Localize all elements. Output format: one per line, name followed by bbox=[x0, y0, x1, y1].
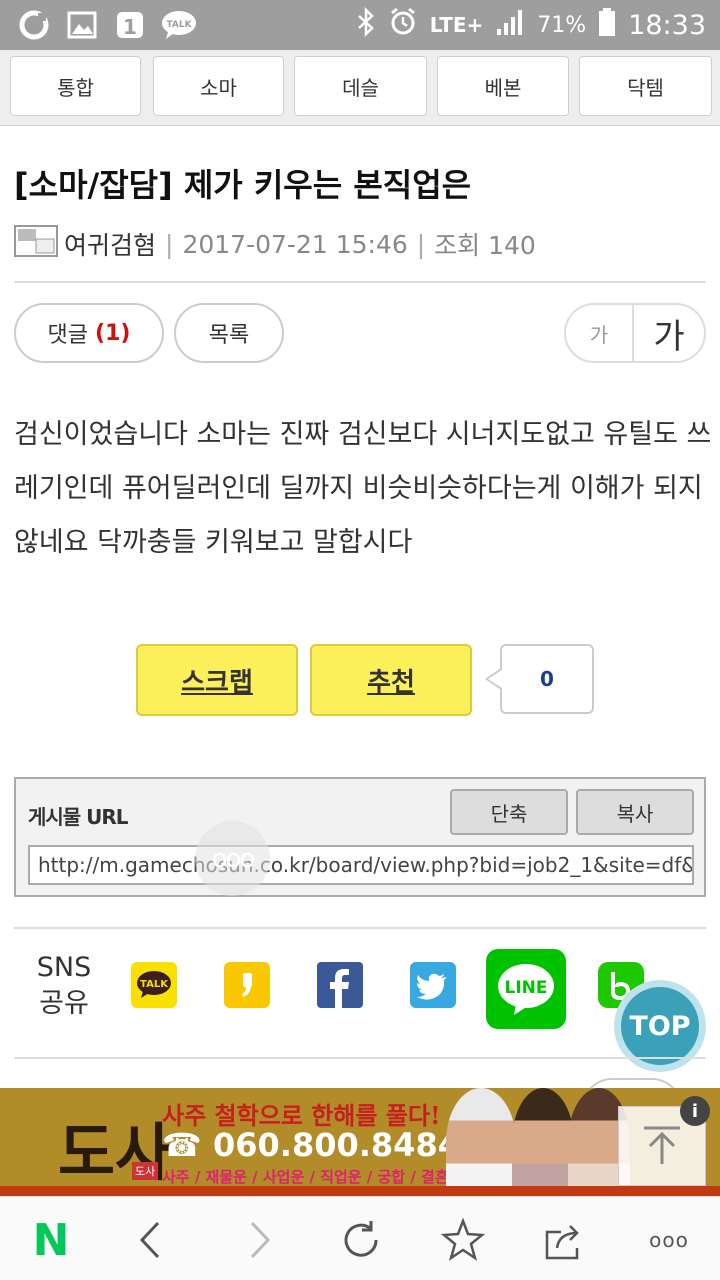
ring-app-icon bbox=[18, 9, 50, 41]
phone-icon: ☎ bbox=[162, 1126, 202, 1164]
divider bbox=[14, 927, 706, 929]
gallery-icon bbox=[66, 9, 98, 41]
font-smaller-button[interactable]: 가 bbox=[566, 305, 634, 361]
comments-button[interactable]: 댓글 (1) bbox=[14, 303, 164, 363]
post-body: 검신이었습니다 소마는 진짜 검신보다 시너지도없고 유틸도 쓰레기인데 퓨어딜… bbox=[14, 419, 712, 558]
shorten-url-button[interactable]: 단축 bbox=[450, 789, 568, 835]
bluetooth-icon bbox=[356, 6, 376, 44]
floating-menu-button[interactable]: ooo bbox=[195, 821, 270, 896]
svg-text:TALK: TALK bbox=[166, 20, 192, 30]
font-larger-button[interactable]: 가 bbox=[634, 305, 704, 361]
tab-soma[interactable]: 소마 bbox=[153, 56, 284, 116]
svg-text:TALK: TALK bbox=[140, 979, 169, 990]
twitter-icon[interactable] bbox=[410, 962, 456, 1008]
ad-phone: ☎ 060.800.8484 bbox=[162, 1126, 460, 1164]
sns-label-line1: SNS bbox=[36, 952, 92, 983]
recommend-button[interactable]: 추천 bbox=[310, 644, 472, 716]
post-url-label: 게시물 URL bbox=[28, 805, 129, 829]
naver-n-icon[interactable]: N bbox=[26, 1215, 76, 1266]
tab-bebon[interactable]: 베본 bbox=[437, 56, 569, 116]
category-tabs: 통합 소마 데슬 베본 닥템 bbox=[0, 50, 720, 126]
lte-icon: LTE+ bbox=[429, 13, 484, 37]
meta-divider: | bbox=[165, 229, 174, 259]
post-title: [소마/잡담] 제가 키우는 본직업은 bbox=[14, 166, 472, 204]
clock: 18:33 bbox=[628, 9, 706, 41]
ad-person-image bbox=[446, 1088, 516, 1196]
ad-logo-badge: 도사 bbox=[132, 1162, 159, 1180]
author-level-icon bbox=[14, 225, 58, 263]
post-meta: 여귀검혐 | 2017-07-21 15:46 | 조회 140 bbox=[14, 225, 536, 263]
ad-banner[interactable]: 도사 도사 사주 철학으로 한해를 풀다! ☎ 060.800.8484 사주 … bbox=[0, 1088, 720, 1196]
svg-text:1: 1 bbox=[123, 15, 137, 39]
comments-count: (1) bbox=[95, 320, 131, 346]
share-icon[interactable] bbox=[540, 1215, 590, 1265]
back-icon[interactable] bbox=[126, 1215, 176, 1265]
browser-toolbar: N ooo bbox=[0, 1196, 720, 1280]
post-views: 조회 140 bbox=[434, 231, 536, 260]
recommend-count-pointer-fill bbox=[488, 670, 502, 688]
alarm-icon bbox=[388, 7, 418, 44]
sns-label-line2: 공유 bbox=[39, 988, 89, 1019]
meta-divider: | bbox=[416, 229, 426, 259]
scrap-button[interactable]: 스크랩 bbox=[136, 644, 298, 716]
more-icon[interactable]: ooo bbox=[644, 1215, 694, 1265]
post-author[interactable]: 여귀검혐 bbox=[64, 226, 156, 262]
line-icon[interactable]: LINE bbox=[486, 949, 566, 1029]
facebook-icon[interactable] bbox=[317, 962, 363, 1008]
kakaotalk-icon[interactable]: TALK bbox=[131, 962, 177, 1008]
post-date: 2017-07-21 15:46 bbox=[182, 229, 408, 259]
post-url-field[interactable]: http://m.gamechosun.co.kr/board/view.php… bbox=[28, 845, 694, 885]
kakaostory-icon[interactable] bbox=[224, 962, 270, 1008]
tab-daktem[interactable]: 닥템 bbox=[579, 56, 712, 116]
divider bbox=[14, 281, 706, 283]
info-app-icon: 1 bbox=[114, 9, 146, 41]
post-url-box: 게시물 URL 단축 복사 http://m.gamechosun.co.kr/… bbox=[14, 777, 706, 897]
ad-info-icon[interactable]: i bbox=[680, 1096, 710, 1126]
sns-share-label: SNS 공유 bbox=[34, 950, 94, 1022]
copy-url-button[interactable]: 복사 bbox=[576, 789, 694, 835]
tab-deseul[interactable]: 데슬 bbox=[294, 56, 427, 116]
recommend-count: 0 bbox=[500, 644, 594, 714]
status-bar: 1 TALK LTE+ 71% 18:33 bbox=[0, 0, 720, 50]
forward-icon[interactable] bbox=[234, 1215, 284, 1265]
battery-percent: 71% bbox=[537, 12, 587, 38]
comments-label: 댓글 bbox=[47, 323, 89, 348]
talk-icon: TALK bbox=[160, 9, 198, 41]
ad-person-image bbox=[512, 1088, 574, 1196]
signal-icon bbox=[495, 7, 525, 44]
reload-icon[interactable] bbox=[336, 1215, 386, 1265]
divider bbox=[14, 1057, 706, 1059]
ad-phone-number: 060.800.8484 bbox=[213, 1126, 460, 1164]
list-button[interactable]: 목록 bbox=[174, 303, 284, 363]
bookmark-star-icon[interactable] bbox=[438, 1215, 488, 1265]
svg-text:LINE: LINE bbox=[505, 978, 548, 998]
tab-integrated[interactable]: 통합 bbox=[10, 56, 141, 116]
font-size-toggle: 가 가 bbox=[564, 303, 706, 363]
battery-icon bbox=[598, 7, 616, 44]
